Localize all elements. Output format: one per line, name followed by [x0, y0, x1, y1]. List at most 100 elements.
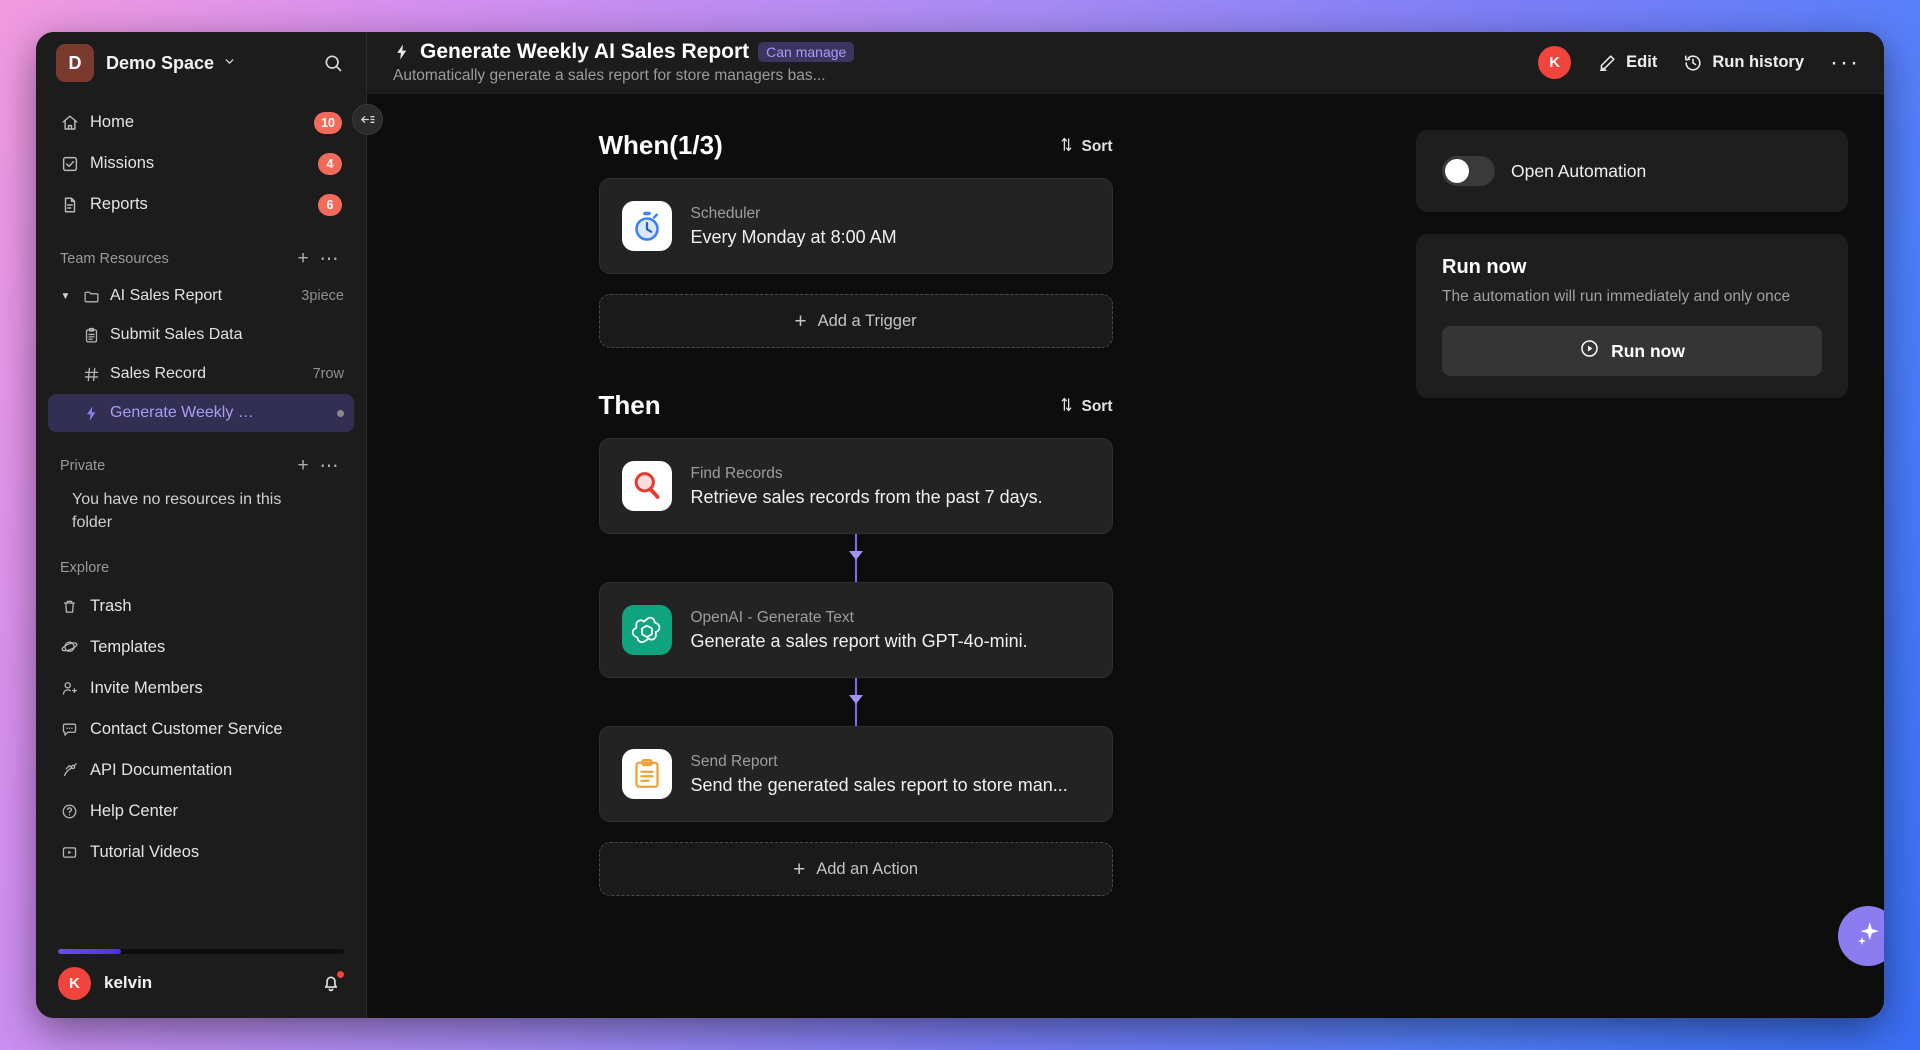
- explore-header: Explore: [48, 552, 354, 584]
- workspace-name: Demo Space: [106, 52, 215, 73]
- add-private-resource-button[interactable]: +: [290, 453, 316, 479]
- node-kind: OpenAI - Generate Text: [690, 608, 854, 626]
- run-history-button[interactable]: Run history: [1683, 53, 1804, 73]
- team-resources-header: Team Resources + ⋯: [48, 243, 354, 275]
- sidebar-item-missions[interactable]: Missions 4: [48, 143, 354, 184]
- sidebar-item-trash[interactable]: Trash: [48, 586, 354, 627]
- automation-toggle-card: Open Automation: [1416, 130, 1848, 212]
- node-kind: Scheduler: [690, 204, 761, 222]
- chevron-down-icon: [223, 55, 236, 71]
- collapse-sidebar-button[interactable]: [352, 104, 383, 135]
- notification-dot: [336, 970, 345, 979]
- plus-icon: +: [792, 857, 806, 881]
- private-more-button[interactable]: ⋯: [316, 453, 342, 479]
- sidebar-item-templates[interactable]: Templates: [48, 627, 354, 668]
- more-options-button[interactable]: ···: [1830, 50, 1860, 75]
- run-now-subtitle: The automation will run immediately and …: [1442, 288, 1791, 305]
- then-section-header: Then Sort: [599, 390, 1113, 421]
- plus-icon: +: [794, 309, 807, 333]
- section-title: Team Resources: [60, 251, 169, 267]
- tree-folder-name: AI Sales Report: [110, 287, 223, 304]
- status-badge: 10: [314, 111, 342, 134]
- tree-item-sales-record[interactable]: Sales Record 7row: [48, 355, 354, 393]
- sort-label: Sort: [1081, 138, 1113, 155]
- add-trigger-button[interactable]: + Add a Trigger: [598, 294, 1113, 348]
- top-bar-actions: K Edit Run history ···: [1538, 46, 1860, 79]
- action-node-send-report[interactable]: Send Report Send the generated sales rep…: [598, 726, 1113, 822]
- sidebar-item-label: Tutorial Videos: [90, 843, 200, 862]
- play-circle-icon: [1579, 338, 1600, 364]
- automation-canvas: When(1/3) Sort Scheduler Every Monday at…: [367, 94, 1392, 1018]
- flow-connector: [599, 534, 1113, 582]
- bell-icon[interactable]: [320, 970, 345, 995]
- tree-item-submit-sales-data[interactable]: Submit Sales Data: [48, 316, 354, 354]
- search-icon[interactable]: [318, 48, 348, 78]
- user-footer[interactable]: K kelvin: [36, 954, 366, 1012]
- sidebar-item-invite-members[interactable]: Invite Members: [48, 668, 354, 709]
- sidebar-item-contact-customer-service[interactable]: Contact Customer Service: [48, 709, 354, 750]
- run-now-button[interactable]: Run now: [1442, 326, 1822, 376]
- chat-icon: [60, 720, 79, 739]
- sidebar-item-tutorial-videos[interactable]: Tutorial Videos: [48, 832, 354, 873]
- sidebar-item-api-documentation[interactable]: API Documentation: [48, 750, 354, 791]
- sidebar-item-label: Templates: [90, 638, 166, 657]
- tree-item-name: Submit Sales Data: [110, 326, 243, 343]
- video-icon: [60, 843, 79, 862]
- page-header: Generate Weekly AI Sales Report Can mana…: [393, 40, 855, 85]
- trash-icon: [60, 597, 79, 616]
- then-section-title: Then: [598, 390, 661, 420]
- action-node-find-records[interactable]: Find Records Retrieve sales records from…: [598, 438, 1113, 534]
- avatar[interactable]: K: [1538, 46, 1572, 79]
- node-text: OpenAI - Generate Text Generate a sales …: [691, 609, 1028, 652]
- workspace-header[interactable]: D Demo Space: [36, 32, 366, 94]
- sidebar-item-reports[interactable]: Reports 6: [48, 184, 354, 225]
- sidebar-item-label: Help Center: [90, 802, 179, 821]
- status-badge: 4: [318, 152, 342, 175]
- stopwatch-icon: [621, 201, 672, 251]
- sidebar-item-home[interactable]: Home 10: [48, 102, 354, 143]
- sidebar-item-label: Reports: [90, 195, 148, 213]
- edit-button-label: Edit: [1626, 53, 1658, 71]
- add-team-resource-button[interactable]: +: [290, 246, 316, 272]
- tree-folder-ai-sales-report[interactable]: ▼ AI Sales Report 3piece: [48, 277, 354, 315]
- sidebar-scroll-area: Home 10 Missions 4 Reports 6 Team Resour…: [36, 94, 366, 939]
- team-resources-more-button[interactable]: ⋯: [316, 246, 342, 272]
- node-description: Send the generated sales report to store…: [690, 774, 1068, 795]
- checkbox-icon: [60, 154, 79, 173]
- sidebar-item-help-center[interactable]: Help Center: [48, 791, 354, 832]
- node-description: Generate a sales report with GPT-4o-mini…: [690, 630, 1028, 651]
- pencil-icon: [1597, 53, 1617, 73]
- run-now-title: Run now: [1442, 256, 1527, 278]
- tree-item-generate-weekly-report[interactable]: Generate Weekly …: [48, 394, 354, 432]
- sort-label: Sort: [1081, 398, 1113, 415]
- then-sort-button[interactable]: Sort: [1058, 396, 1113, 421]
- bolt-icon: [82, 405, 101, 422]
- open-automation-label: Open Automation: [1511, 160, 1647, 181]
- flow-connector: [599, 678, 1113, 726]
- page-subtitle: Automatically generate a sales report fo…: [393, 67, 826, 84]
- sidebar-item-label: Contact Customer Service: [90, 720, 283, 739]
- when-sort-button[interactable]: Sort: [1058, 136, 1113, 161]
- add-action-button[interactable]: + Add an Action: [598, 842, 1113, 896]
- open-automation-toggle[interactable]: [1442, 156, 1495, 186]
- bolt-icon: [393, 43, 411, 61]
- action-node-openai-generate-text[interactable]: OpenAI - Generate Text Generate a sales …: [598, 582, 1113, 678]
- section-title: Explore: [60, 560, 110, 577]
- tree-item-meta: 7row: [312, 366, 344, 382]
- sidebar: D Demo Space Home 10 Missions 4 Reports …: [36, 32, 383, 1018]
- trigger-node-scheduler[interactable]: Scheduler Every Monday at 8:00 AM: [598, 178, 1113, 274]
- right-panel: Open Automation Run now The automation w…: [1392, 94, 1884, 1018]
- tree-folder-count: 3piece: [301, 288, 344, 304]
- workspace-avatar: D: [56, 44, 94, 82]
- sidebar-item-label: Invite Members: [90, 679, 203, 698]
- edit-button[interactable]: Edit: [1597, 53, 1657, 73]
- sidebar-footer: K kelvin: [36, 939, 366, 1018]
- user-name: kelvin: [104, 973, 153, 992]
- home-icon: [60, 113, 79, 132]
- content-area: When(1/3) Sort Scheduler Every Monday at…: [367, 94, 1884, 1018]
- magnifier-icon: [621, 461, 672, 511]
- caret-down-icon[interactable]: ▼: [58, 291, 73, 302]
- run-now-button-label: Run now: [1611, 340, 1685, 361]
- main-area: Generate Weekly AI Sales Report Can mana…: [367, 32, 1884, 1018]
- folder-icon: [82, 288, 101, 305]
